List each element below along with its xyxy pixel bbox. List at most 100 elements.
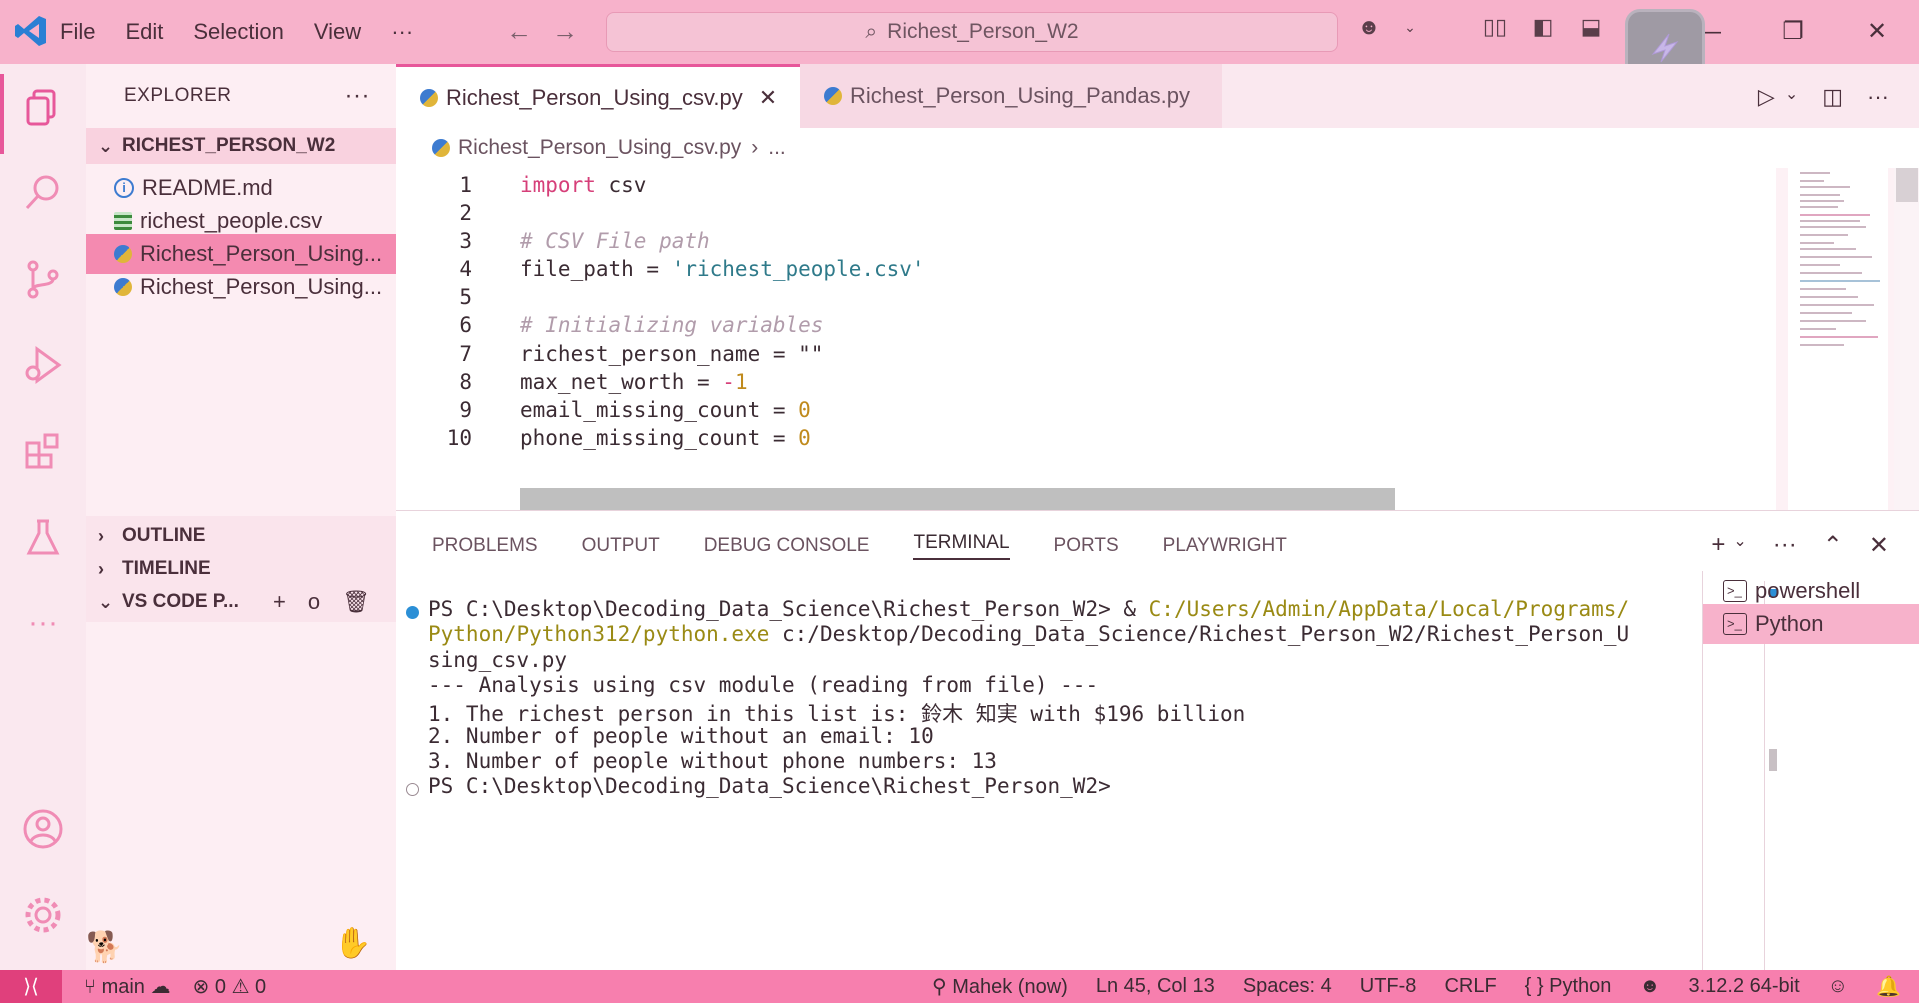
end-of-line[interactable]: CRLF <box>1444 975 1496 998</box>
toggle-sidebar-icon[interactable]: ◧ <box>1530 14 1556 40</box>
line-number: 1 <box>459 173 472 197</box>
line-number: 4 <box>459 257 472 281</box>
run-debug-icon[interactable] <box>18 340 68 390</box>
chevron-down-icon[interactable]: ⌄ <box>1404 14 1416 40</box>
terminal-icon: >_ <box>1723 580 1747 602</box>
editor-tabs: Richest_Person_Using_csv.py ✕ Richest_Pe… <box>396 64 1919 128</box>
testing-flask-icon[interactable] <box>18 512 68 562</box>
workspace-folder[interactable]: ⌄ RICHEST_PERSON_W2 <box>86 128 396 164</box>
terminal-dropdown-icon[interactable]: ⌄ <box>1733 531 1746 560</box>
remote-indicator-icon[interactable]: ⟩⟨ <box>0 970 62 1003</box>
terminal-label: Python <box>1755 611 1824 636</box>
section-label: TIMELINE <box>122 558 211 579</box>
menu-edit[interactable]: Edit <box>125 19 163 45</box>
tab-ports[interactable]: PORTS <box>1054 535 1119 557</box>
selection-highlight <box>520 488 1395 510</box>
line-number: 6 <box>459 313 472 337</box>
menu-selection[interactable]: Selection <box>193 19 284 45</box>
status-right: ⚲ Mahek (now) Ln 45, Col 13 Spaces: 4 UT… <box>932 970 1901 1003</box>
copilot-status-icon[interactable]: ☻ <box>1639 975 1660 998</box>
more-views-icon[interactable]: ··· <box>18 598 68 648</box>
search-icon[interactable] <box>18 168 68 218</box>
more-actions-icon[interactable]: ··· <box>1867 84 1889 110</box>
line-number: 7 <box>459 342 472 366</box>
menu-more[interactable]: ··· <box>391 19 413 45</box>
terminal-line: PS C:\Desktop\Decoding_Data_Science\Rich… <box>428 597 1630 621</box>
customize-layout-icon[interactable]: ▯▯ <box>1482 14 1508 40</box>
terminal-line: PS C:\Desktop\Decoding_Data_Science\Rich… <box>428 774 1111 798</box>
menu-bar: File Edit Selection View ··· <box>60 0 443 64</box>
panel-more-icon[interactable]: ··· <box>1773 531 1797 560</box>
line-number: 8 <box>459 370 472 394</box>
breadcrumb-symbol[interactable]: ... <box>768 136 786 160</box>
toggle-panel-icon[interactable]: ⬓ <box>1578 14 1604 40</box>
tab-terminal[interactable]: TERMINAL <box>913 532 1010 560</box>
encoding[interactable]: UTF-8 <box>1360 975 1417 998</box>
tab-playwright[interactable]: PLAYWRIGHT <box>1163 535 1287 557</box>
python-icon <box>824 87 842 105</box>
settings-gear-icon[interactable] <box>18 890 68 940</box>
close-tab-icon[interactable]: ✕ <box>759 85 777 111</box>
throw-ball-icon[interactable]: o <box>308 589 320 615</box>
close-window-icon[interactable]: ✕ <box>1835 0 1919 64</box>
command-pending-icon <box>406 783 419 796</box>
chevron-right-icon: › <box>98 525 104 546</box>
new-terminal-icon[interactable]: + <box>1711 531 1725 560</box>
notifications-bell-icon[interactable]: 🔔 <box>1876 974 1901 999</box>
command-center-search[interactable]: ⌕ Richest_Person_W2 <box>606 12 1338 52</box>
python-interpreter[interactable]: 3.12.2 64-bit <box>1688 975 1799 998</box>
tab-debug-console[interactable]: DEBUG CONSOLE <box>704 535 870 557</box>
tab-richest-person-csv[interactable]: Richest_Person_Using_csv.py ✕ <box>396 64 800 128</box>
forward-arrow-icon[interactable]: → <box>552 16 578 46</box>
copilot-icon[interactable]: ☻ <box>1356 14 1382 40</box>
line-number: 2 <box>459 201 472 225</box>
maximize-panel-icon[interactable]: ⌃ <box>1823 531 1843 560</box>
menu-file[interactable]: File <box>60 19 95 45</box>
breadcrumb: Richest_Person_Using_csv.py › ... <box>396 128 1919 168</box>
chevron-down-icon: ⌄ <box>98 591 114 612</box>
feedback-icon[interactable]: ☺ <box>1828 975 1848 998</box>
extensions-icon[interactable] <box>18 426 68 476</box>
code-editor[interactable]: 1 import csv 2 3 # CSV File path 4 file_… <box>396 168 1776 510</box>
tab-output[interactable]: OUTPUT <box>582 535 660 557</box>
command-success-icon <box>406 606 419 619</box>
vscode-logo-icon <box>15 16 46 46</box>
file-python-pandas[interactable]: Richest_Person_Using... <box>86 267 396 307</box>
search-icon: ⌕ <box>865 20 878 43</box>
scrollbar-thumb[interactable] <box>1896 168 1918 202</box>
git-blame-status[interactable]: ⚲ Mahek (now) <box>932 974 1068 999</box>
branch-status[interactable]: ⑂ main ☁ <box>84 974 170 999</box>
explorer-icon[interactable] <box>18 82 68 132</box>
python-icon <box>432 139 450 157</box>
split-editor-icon[interactable]: ◫ <box>1822 84 1843 110</box>
explorer-title: EXPLORER <box>124 85 232 106</box>
minimap[interactable] <box>1788 168 1888 510</box>
tab-problems[interactable]: PROBLEMS <box>432 535 538 557</box>
terminal-item-python[interactable]: >_ Python <box>1703 604 1919 644</box>
explorer-more-icon[interactable]: ··· <box>345 82 370 110</box>
run-options-chevron-icon[interactable]: ⌄ <box>1785 84 1798 110</box>
pet-dog-icon[interactable]: 🐕 <box>86 930 123 965</box>
section-label: VS CODE P... <box>122 591 239 612</box>
vscode-pets-section[interactable]: ⌄ VS CODE P... + o 🗑 <box>86 582 396 622</box>
close-panel-icon[interactable]: ✕ <box>1869 531 1889 560</box>
indentation[interactable]: Spaces: 4 <box>1243 975 1332 998</box>
restore-icon[interactable]: ❐ <box>1751 0 1835 64</box>
language-mode[interactable]: { } Python <box>1525 975 1612 998</box>
delete-icon[interactable]: 🗑 <box>342 589 370 615</box>
error-icon: ⊗ <box>192 976 210 998</box>
cursor-position[interactable]: Ln 45, Col 13 <box>1096 975 1215 998</box>
account-icon[interactable] <box>18 804 68 854</box>
braces-icon: { } <box>1524 975 1544 997</box>
tab-richest-person-pandas[interactable]: Richest_Person_Using_Pandas.py <box>800 64 1222 128</box>
add-pet-icon[interactable]: + <box>273 589 286 615</box>
git-branch-icon: ⑂ <box>84 976 96 998</box>
source-control-icon[interactable] <box>18 254 68 304</box>
editor-scrollbar[interactable] <box>1894 168 1919 510</box>
breadcrumb-file[interactable]: Richest_Person_Using_csv.py <box>458 136 741 160</box>
back-arrow-icon[interactable]: ← <box>506 16 532 46</box>
run-python-icon[interactable]: ▷ <box>1758 84 1775 110</box>
code-line: 10 phone_missing_count = 0 <box>396 421 811 455</box>
menu-view[interactable]: View <box>314 19 361 45</box>
problems-status[interactable]: ⊗ 0 ⚠ 0 <box>192 974 266 999</box>
